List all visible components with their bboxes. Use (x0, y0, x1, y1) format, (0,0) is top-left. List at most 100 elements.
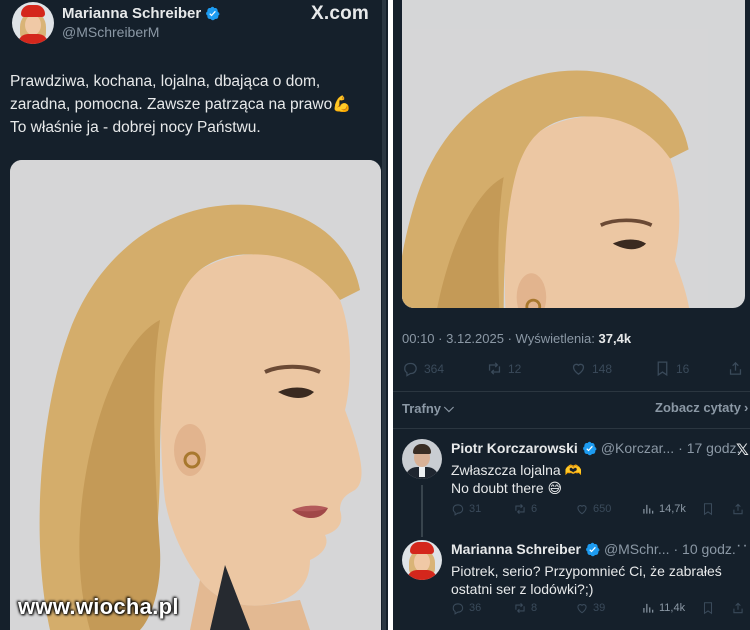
flexed-biceps-icon: 💪 (332, 96, 352, 113)
grinning-sweat-icon: 😅 (547, 480, 563, 496)
reply-count: 364 (424, 361, 445, 376)
chevron-down-icon: ⌵ (444, 400, 454, 415)
repost-icon (486, 360, 503, 377)
verified-badge-icon (585, 542, 600, 557)
share-icon (731, 502, 745, 516)
author-name[interactable]: Marianna Schreiber (62, 5, 201, 22)
x-logo-icon: 𝕏 (736, 442, 749, 459)
reply-author-name[interactable]: Piotr Korczarowski (451, 440, 578, 456)
tweet-date[interactable]: 3.12.2025 (446, 331, 504, 346)
verified-badge-icon (205, 6, 220, 21)
like-icon (570, 360, 587, 377)
tweet-text: Prawdziwa, kochana, lojalna, dbająca o d… (10, 70, 380, 139)
reply-icon (402, 360, 419, 377)
share-button[interactable] (731, 502, 745, 516)
bookmark-count: 16 (676, 361, 690, 376)
repost-button[interactable]: 6 (513, 502, 537, 516)
share-icon (731, 601, 745, 615)
reply-author-name[interactable]: Marianna Schreiber (451, 541, 581, 557)
repost-icon (513, 502, 527, 516)
reply-text-line: Piotrek, serio? Przypomnieć Ci, że zabra… (451, 563, 722, 579)
repost-count: 8 (531, 602, 538, 614)
like-icon (575, 502, 589, 516)
stats-icon (641, 502, 655, 516)
bookmark-icon (701, 502, 715, 516)
views-count: 11,4k (659, 602, 686, 614)
stats-icon (641, 601, 655, 615)
tweet-text-line: Prawdziwa, kochana, lojalna, dbająca o d… (10, 73, 321, 90)
like-count: 148 (592, 361, 613, 376)
more-options-icon[interactable]: ··· (736, 537, 750, 555)
reply-actions: 36 8 39 11,4k (451, 601, 750, 619)
share-icon (727, 360, 744, 377)
tweet-panel-left: Marianna Schreiber @MSchreiberM X.com Pr… (0, 0, 388, 630)
sort-filter-dropdown[interactable]: Trafny ⌵ (402, 400, 454, 416)
bookmark-icon (654, 360, 671, 377)
like-button[interactable]: 39 (575, 601, 605, 615)
reply-avatar[interactable] (402, 540, 442, 580)
like-button[interactable]: 148 (570, 360, 612, 377)
like-count: 39 (593, 602, 606, 614)
reply-text-line: No doubt there 😅 (451, 480, 563, 496)
like-icon (575, 601, 589, 615)
views-label: Wyświetlenia: (515, 331, 595, 346)
verified-badge-icon (582, 441, 597, 456)
like-count: 650 (593, 503, 612, 515)
chevron-right-icon: › (743, 400, 749, 415)
tweet-actions: 364 12 148 16 (402, 360, 742, 384)
reply-text-line: ostatni ser z lodówki?;) (451, 581, 594, 597)
tweet-photo[interactable] (10, 160, 381, 630)
reply-text: Piotrek, serio? Przypomnieć Ci, że zabra… (451, 562, 722, 598)
x-com-logo: X.com (311, 3, 370, 24)
author-handle[interactable]: @MSchreiberM (62, 24, 159, 40)
tweet-text-line: To właśnie ja - dobrej nocy Państwu. (10, 119, 261, 136)
tweet-text-line: zaradna, pomocna. Zawsze patrząca na pra… (10, 93, 380, 116)
views-button[interactable]: 14,7k (641, 502, 686, 516)
repost-count: 6 (531, 503, 538, 515)
profile-photo-image (402, 0, 745, 308)
share-button[interactable] (727, 360, 744, 377)
bookmark-button[interactable]: 16 (654, 360, 689, 377)
profile-photo-image (10, 160, 381, 630)
sort-filter-label: Trafny (402, 400, 442, 416)
reply-count: 36 (469, 602, 482, 614)
reply-button[interactable]: 364 (402, 360, 444, 377)
watermark: www.wiocha.pl (18, 594, 179, 619)
reply-header: Piotr Korczarowski @Korczar... · 17 godz… (451, 440, 740, 456)
view-quotes-link[interactable]: Zobacz cytaty › (655, 400, 748, 415)
view-quotes-label: Zobacz cytaty (655, 400, 741, 415)
tweet-meta: 00:10 · 3.12.2025 · Wyświetlenia: 37,4k (402, 331, 632, 346)
reply-icon (451, 601, 465, 615)
share-button[interactable] (731, 601, 745, 615)
tweet-panel-right: 00:10 · 3.12.2025 · Wyświetlenia: 37,4k … (393, 0, 750, 630)
repost-count: 12 (508, 361, 522, 376)
tweet-time[interactable]: 00:10 (402, 331, 435, 346)
repost-icon (513, 601, 527, 615)
bookmark-icon (701, 601, 715, 615)
reply-avatar[interactable] (402, 439, 442, 479)
reply-button[interactable]: 31 (451, 502, 481, 516)
views-count: 14,7k (659, 503, 686, 515)
thread-line (421, 485, 423, 537)
reply-author-handle[interactable]: @Korczar... (601, 440, 674, 456)
author-avatar[interactable] (12, 2, 54, 44)
reply-time[interactable]: · 17 godz. (678, 440, 740, 456)
bookmark-button[interactable] (701, 601, 715, 615)
reply-time[interactable]: · 10 godz. (674, 541, 736, 557)
heart-hands-icon: 🫶 (564, 462, 583, 478)
scrollbar[interactable] (382, 0, 386, 630)
tweet-photo-continued[interactable] (402, 0, 745, 308)
divider-line (393, 428, 750, 429)
views-count: 37,4k (598, 331, 632, 346)
author-name-row[interactable]: Marianna Schreiber (62, 5, 220, 22)
like-button[interactable]: 650 (575, 502, 611, 516)
divider-line (393, 391, 750, 392)
repost-button[interactable]: 8 (513, 601, 537, 615)
repost-button[interactable]: 12 (486, 360, 521, 377)
reply-actions: 31 6 650 14,7k (451, 502, 750, 520)
views-button[interactable]: 11,4k (641, 601, 685, 615)
reply-button[interactable]: 36 (451, 601, 481, 615)
reply-author-handle[interactable]: @MSchr... (604, 541, 670, 557)
reply-header: Marianna Schreiber @MSchr... · 10 godz. (451, 541, 736, 557)
bookmark-button[interactable] (701, 502, 715, 516)
